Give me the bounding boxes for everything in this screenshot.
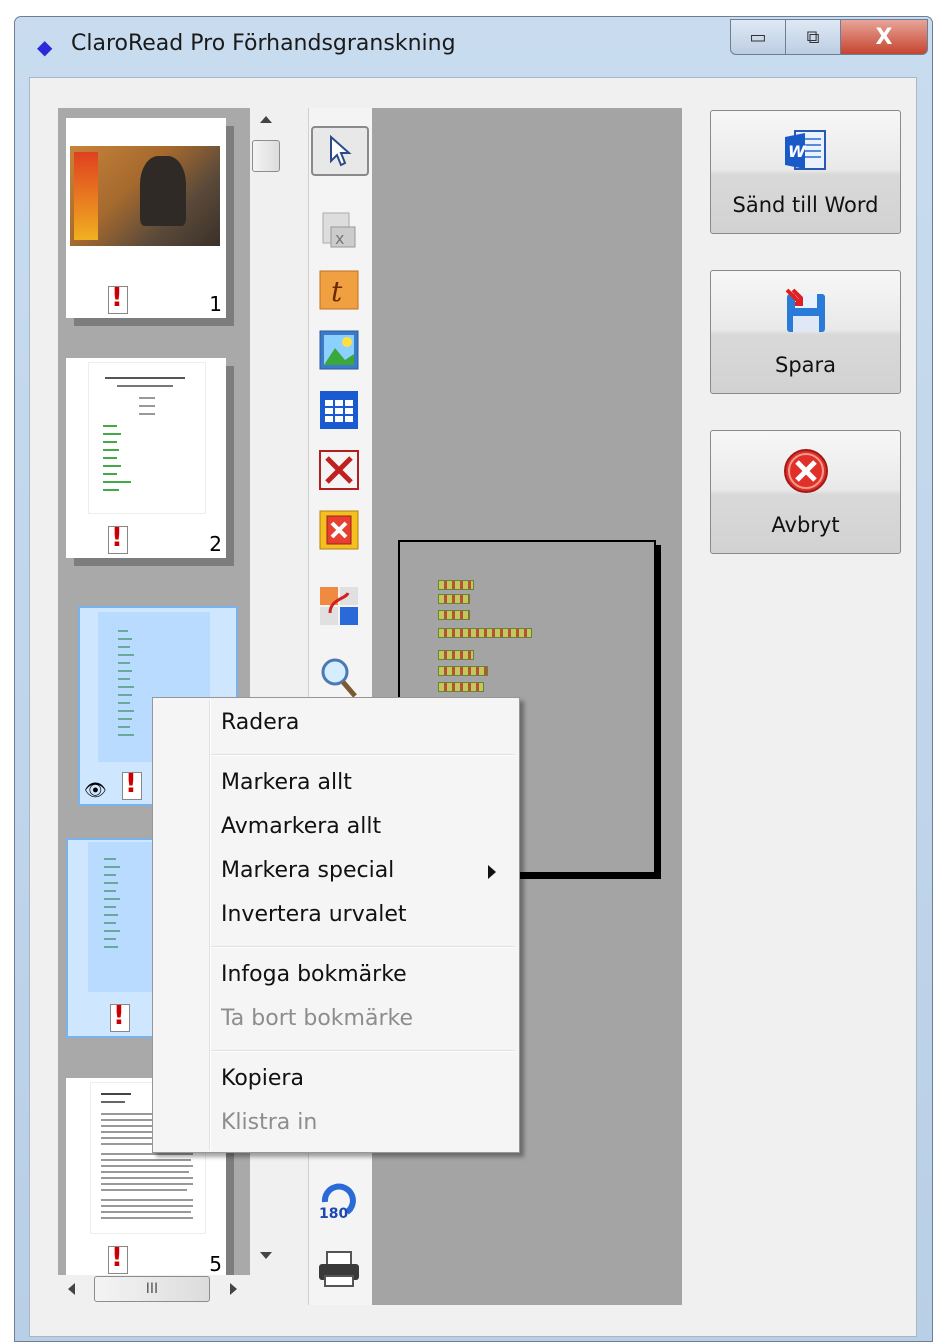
- text-zone[interactable]: [438, 628, 532, 638]
- save-button[interactable]: Spara: [710, 270, 901, 394]
- text-zone[interactable]: [438, 580, 474, 590]
- zoom-icon: [321, 658, 357, 698]
- thumbnail-page-2[interactable]: 2: [66, 358, 226, 558]
- table-zone-button[interactable]: [317, 388, 361, 432]
- menu-item-markera-allt[interactable]: Markera allt: [221, 770, 352, 795]
- page-number: 2: [209, 532, 222, 556]
- text-zone[interactable]: [438, 650, 474, 660]
- page-number: 5: [209, 1252, 222, 1275]
- exclamation-icon: [108, 1243, 128, 1274]
- rotate-180-button[interactable]: 180: [317, 1178, 361, 1222]
- menu-item-kopiera[interactable]: Kopiera: [221, 1066, 304, 1091]
- rotate-180-icon: 180: [319, 1183, 356, 1222]
- exclamation-icon: [110, 1001, 130, 1032]
- menu-item-invertera-urvalet[interactable]: Invertera urvalet: [221, 902, 406, 927]
- title-bar[interactable]: ◆ ClaroRead Pro Förhandsgranskning ▭ ⧉ X: [15, 17, 932, 77]
- save-label: Spara: [774, 353, 837, 377]
- minimize-icon: ▭: [749, 26, 767, 48]
- save-icon: [711, 287, 900, 335]
- delete-zone-icon: [319, 450, 359, 490]
- minimize-button[interactable]: ▭: [730, 19, 786, 55]
- menu-item-ta-bort-bokmarke: Ta bort bokmärke: [221, 1006, 413, 1031]
- cancel-button[interactable]: Avbryt: [710, 430, 901, 554]
- svg-text:x: x: [335, 229, 344, 248]
- menu-item-avmarkera-allt[interactable]: Avmarkera allt: [221, 814, 381, 839]
- maximize-button[interactable]: ⧉: [785, 19, 841, 55]
- scroll-thumb[interactable]: III: [94, 1276, 210, 1302]
- text-zone[interactable]: [438, 594, 470, 604]
- table-zone-icon: [320, 391, 358, 429]
- rotate-label: 180: [319, 1206, 348, 1222]
- send-to-word-button[interactable]: W Sänd till Word: [710, 110, 901, 234]
- text-zone[interactable]: [438, 682, 484, 692]
- text-zone[interactable]: [438, 666, 488, 676]
- word-icon: W: [711, 127, 900, 175]
- exclamation-icon: [108, 283, 128, 314]
- thumbnail-page-1[interactable]: 1: [66, 118, 226, 318]
- exclamation-icon: [122, 769, 142, 800]
- maximize-icon: ⧉: [806, 26, 820, 48]
- thumbnail-image: [70, 146, 220, 246]
- submenu-arrow-icon: [488, 865, 496, 879]
- image-zone-icon: [319, 330, 359, 370]
- scroll-up-icon[interactable]: [260, 116, 272, 123]
- menu-separator: [211, 1050, 515, 1052]
- zoom-button[interactable]: [317, 656, 361, 700]
- eye-icon: 👁: [84, 780, 107, 801]
- page-preview: [88, 362, 206, 514]
- context-menu: Radera Markera allt Avmarkera allt Marke…: [152, 697, 520, 1153]
- close-button[interactable]: X: [840, 19, 928, 55]
- menu-separator: [211, 754, 515, 756]
- scroll-left-icon[interactable]: [68, 1283, 75, 1295]
- menu-item-markera-special[interactable]: Markera special: [221, 858, 394, 883]
- reorder-zones-button[interactable]: [317, 584, 361, 628]
- menu-item-radera[interactable]: Radera: [221, 710, 299, 735]
- delete-page-button[interactable]: x: [317, 208, 361, 252]
- delete-page-icon: x: [322, 212, 356, 248]
- app-icon: ◆: [37, 35, 53, 59]
- scroll-thumb[interactable]: [252, 140, 280, 172]
- send-to-word-label: Sänd till Word: [732, 193, 879, 217]
- svg-text:t: t: [331, 275, 343, 308]
- cancel-label: Avbryt: [771, 513, 840, 537]
- scroll-right-icon[interactable]: [230, 1283, 237, 1295]
- text-zone-button[interactable]: t: [317, 268, 361, 312]
- thumbnail-horizontal-scrollbar[interactable]: III: [58, 1275, 250, 1303]
- menu-separator: [211, 946, 515, 948]
- delete-zone-button[interactable]: [317, 448, 361, 492]
- pointer-tool-button[interactable]: [311, 126, 369, 176]
- delete-all-zones-icon: [319, 510, 359, 550]
- menu-item-klistra-in: Klistra in: [221, 1110, 318, 1135]
- window-title: ClaroRead Pro Förhandsgranskning: [71, 31, 456, 56]
- print-icon: [319, 1251, 359, 1287]
- text-zone-icon: t: [319, 270, 359, 310]
- pointer-icon: [330, 135, 352, 167]
- menu-gutter: [209, 700, 211, 1150]
- svg-text:W: W: [788, 142, 807, 161]
- cancel-icon: [711, 447, 900, 495]
- text-zone[interactable]: [438, 610, 470, 620]
- delete-all-zones-button[interactable]: [317, 508, 361, 552]
- image-zone-button[interactable]: [317, 328, 361, 372]
- exclamation-icon: [108, 523, 128, 554]
- reorder-zones-icon: [320, 587, 358, 625]
- close-icon: X: [875, 24, 893, 50]
- menu-item-infoga-bokmarke[interactable]: Infoga bokmärke: [221, 962, 407, 987]
- print-button[interactable]: [317, 1248, 361, 1292]
- scroll-down-icon[interactable]: [260, 1252, 272, 1259]
- page-number: 1: [209, 292, 222, 316]
